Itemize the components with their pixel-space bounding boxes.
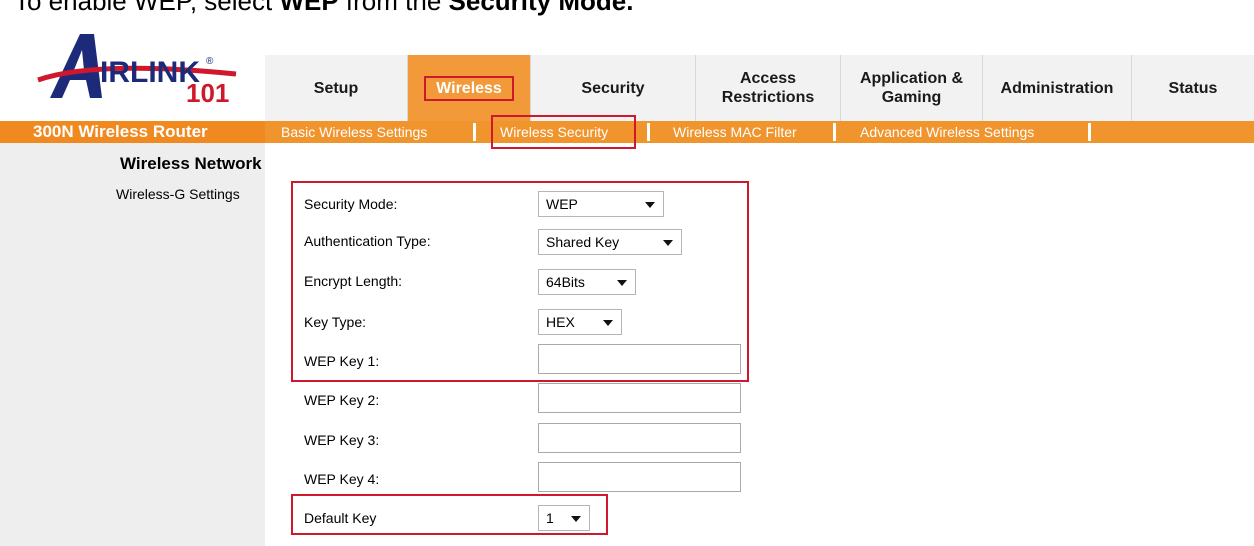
wep-key2-input[interactable] — [538, 383, 741, 413]
subnav-mac-filter[interactable]: Wireless MAC Filter — [673, 121, 797, 143]
instruction-middle: from the — [338, 0, 449, 16]
tab-access-line1: Access — [739, 70, 797, 87]
instruction-highlight-2: Security Mode. — [448, 0, 634, 16]
subnav-divider — [833, 123, 836, 141]
wep-key4-input[interactable] — [538, 462, 741, 492]
subnav-divider — [1088, 123, 1091, 141]
tab-access-restrictions[interactable]: Access Restrictions — [696, 55, 840, 121]
top-navigation: Setup Wireless Security Access Restricti… — [265, 55, 1254, 121]
sidebar-item-wireless-g-settings[interactable]: Wireless-G Settings — [116, 186, 240, 202]
wep-key3-input[interactable] — [538, 423, 741, 453]
tab-app-line2: Gaming — [881, 89, 942, 106]
instruction-highlight: WEP — [279, 0, 339, 16]
tab-wireless[interactable]: Wireless — [408, 55, 530, 121]
subnav-basic-wireless[interactable]: Basic Wireless Settings — [281, 121, 427, 143]
tab-application-gaming[interactable]: Application & Gaming — [841, 55, 982, 121]
svg-text:101: 101 — [186, 78, 229, 108]
airlink-logo: IRLINK ® 101 — [36, 22, 246, 108]
subnav-divider — [473, 123, 476, 141]
tab-setup[interactable]: Setup — [265, 55, 407, 121]
instruction-text: To enable WEP, select WEP from the Secur… — [14, 0, 633, 17]
product-name: 300N Wireless Router — [0, 121, 265, 143]
tab-access-line2: Restrictions — [721, 89, 815, 106]
wep-key2-label: WEP Key 2: — [304, 392, 380, 408]
tab-status[interactable]: Status — [1132, 55, 1254, 121]
tab-app-line1: Application & — [859, 70, 964, 87]
sidebar-title: Wireless Network — [120, 154, 262, 173]
sidebar — [0, 143, 265, 546]
tab-security[interactable]: Security — [531, 55, 695, 121]
subnav-divider — [647, 123, 650, 141]
wireless-security-highlight-box — [491, 115, 636, 149]
default-key-highlight-box — [291, 494, 608, 535]
tab-wireless-label: Wireless — [424, 75, 514, 101]
tab-administration[interactable]: Administration — [983, 55, 1131, 121]
logo-graphic: IRLINK ® 101 — [37, 34, 237, 108]
subnav-advanced-wireless[interactable]: Advanced Wireless Settings — [860, 121, 1034, 143]
security-settings-highlight-box — [291, 181, 749, 382]
wep-key4-label: WEP Key 4: — [304, 471, 380, 487]
svg-text:®: ® — [206, 56, 214, 67]
wep-key3-label: WEP Key 3: — [304, 432, 380, 448]
instruction-prefix: To enable WEP, select — [14, 0, 280, 16]
